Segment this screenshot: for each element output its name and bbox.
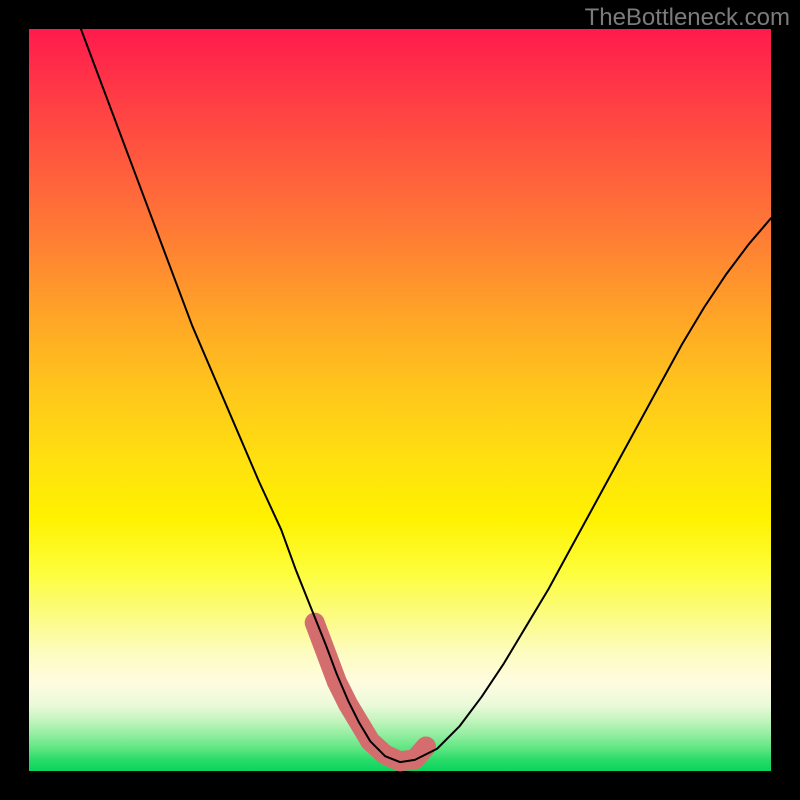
chart-frame: TheBottleneck.com — [0, 0, 800, 800]
curve-layer — [29, 29, 771, 771]
watermark-text: TheBottleneck.com — [585, 4, 790, 32]
bottleneck-curve — [81, 29, 771, 762]
